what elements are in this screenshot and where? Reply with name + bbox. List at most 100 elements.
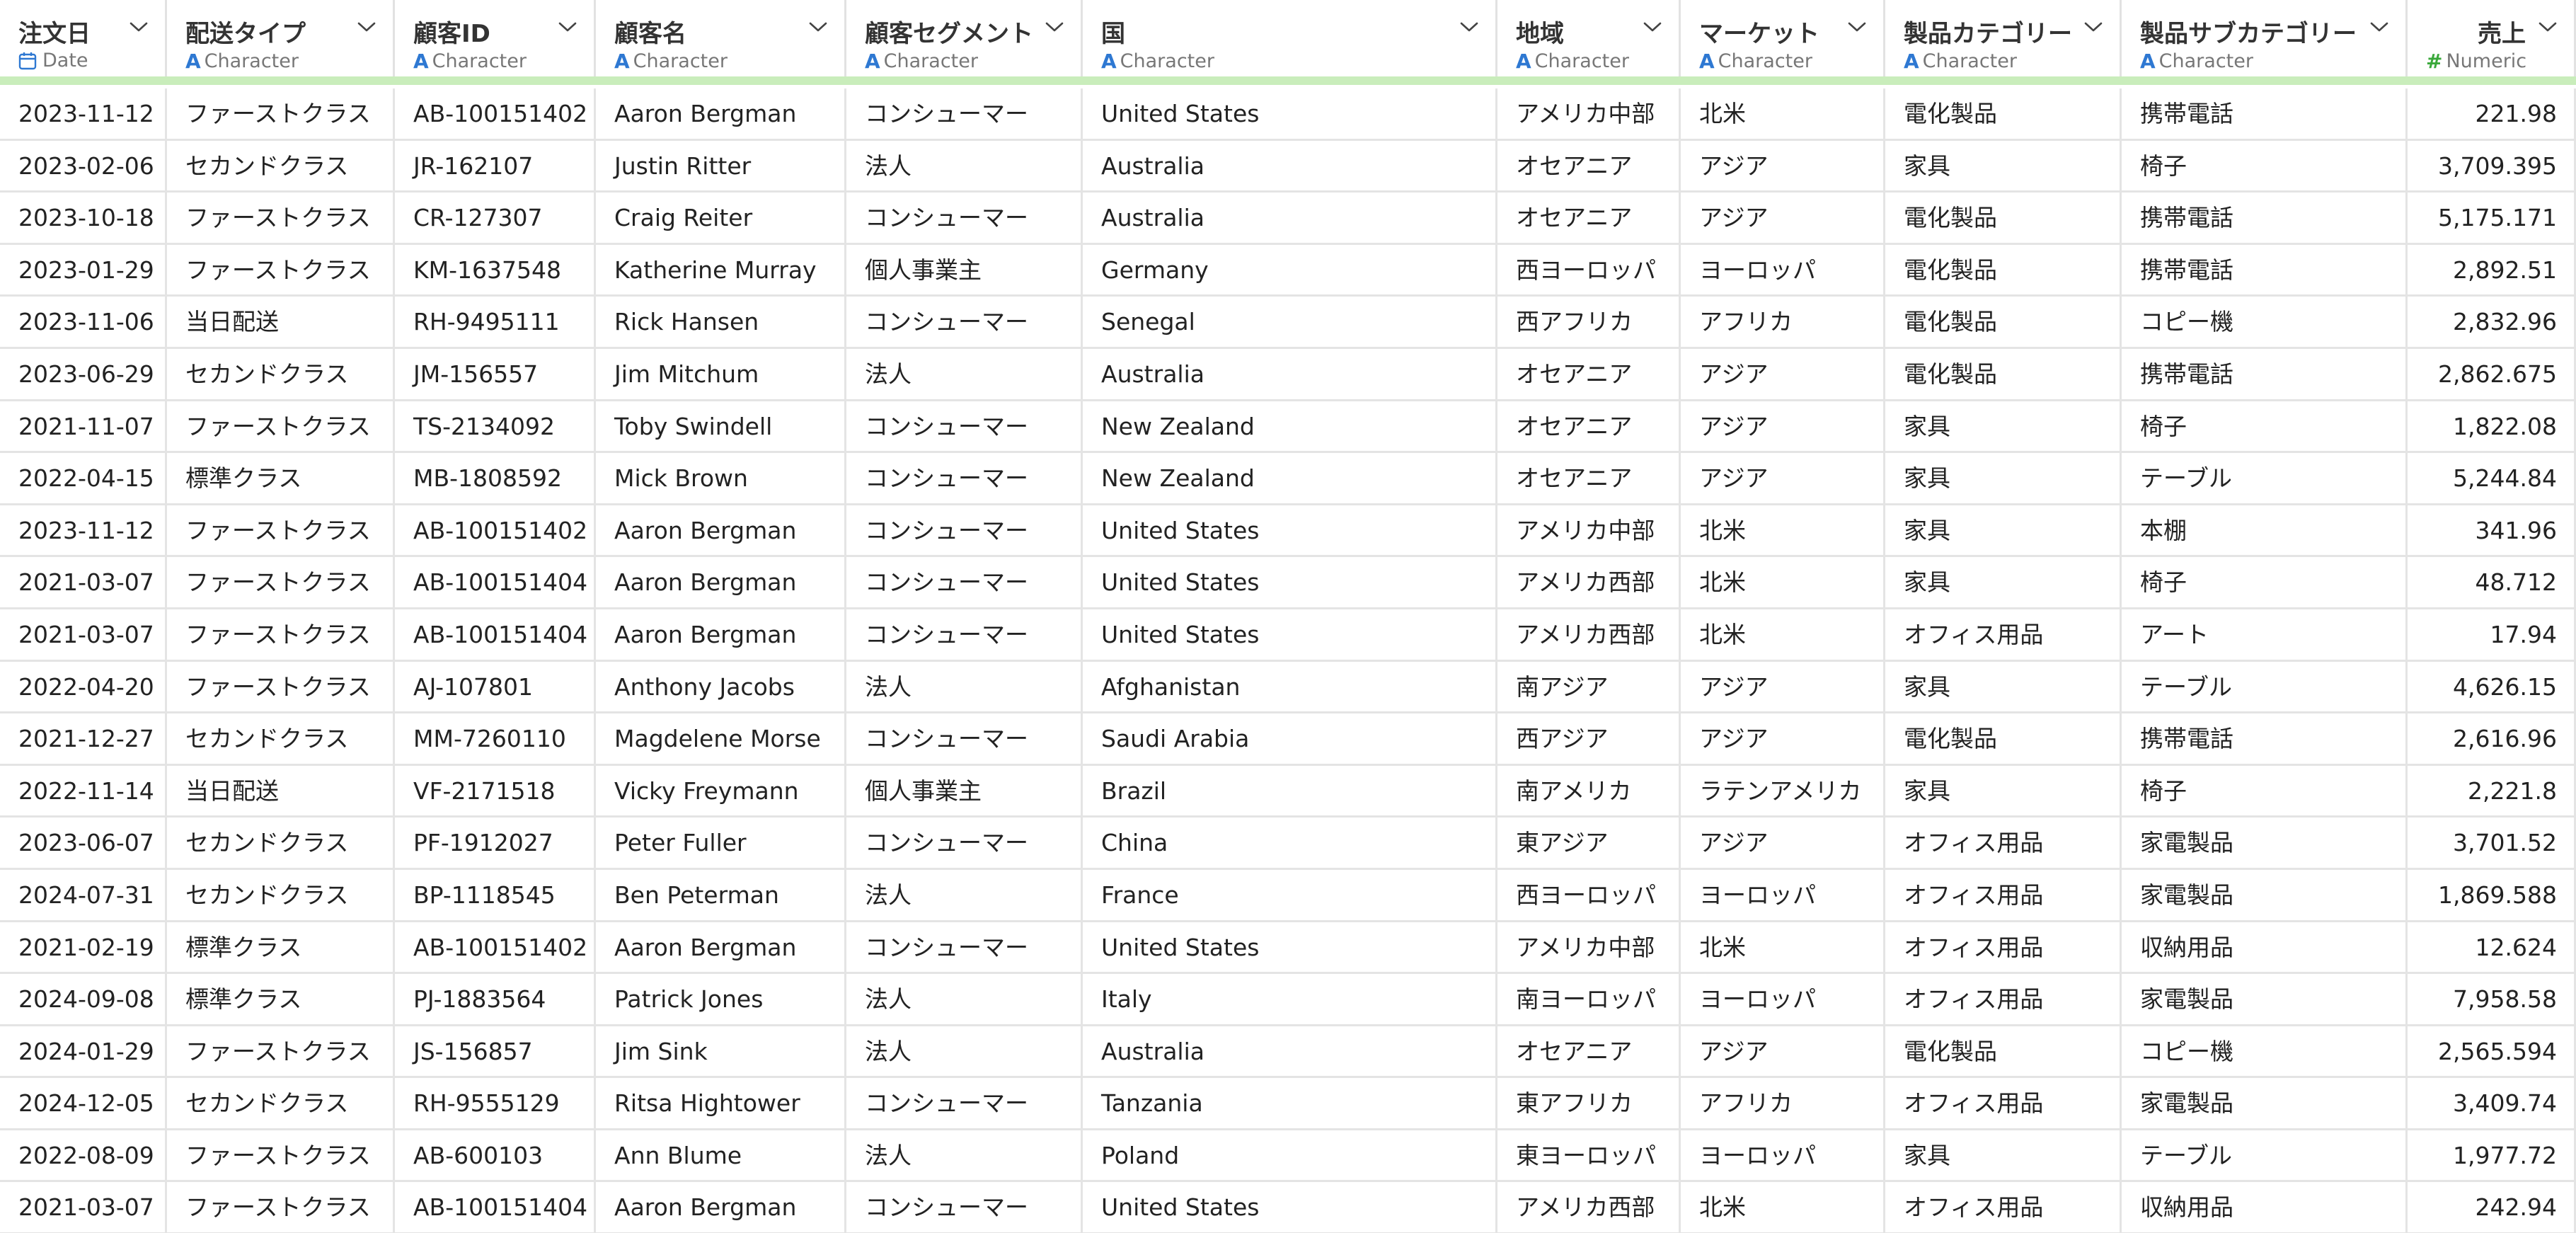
cell-sales[interactable]: 1,822.08 <box>2408 401 2576 452</box>
cell-country[interactable]: Australia <box>1083 193 1497 243</box>
table-row[interactable]: 2021-12-27 セカンドクラス MM-7260110 Magdelene Mor… <box>0 713 2576 766</box>
cell-product-subcategory[interactable]: テーブル <box>2122 661 2408 712</box>
cell-market[interactable]: アフリカ <box>1681 1078 1885 1128</box>
cell-ship-type[interactable]: ファーストクラス <box>167 88 395 139</box>
cell-order-date[interactable]: 2022-11-14 <box>0 765 167 816</box>
column-header-ship-type[interactable]: 配送タイプ A Character <box>167 0 395 76</box>
cell-customer-name[interactable]: Aaron Bergman <box>596 609 846 660</box>
cell-sales[interactable]: 7,958.58 <box>2408 974 2576 1024</box>
cell-product-category[interactable]: 電化製品 <box>1885 297 2122 347</box>
cell-customer-id[interactable]: AB-100151404 <box>395 1182 596 1233</box>
table-row[interactable]: 2022-08-09 ファーストクラス AB-600103 Ann Blume 法人 Po… <box>0 1130 2576 1183</box>
cell-customer-segment[interactable]: 法人 <box>846 1026 1083 1077</box>
cell-customer-segment[interactable]: コンシューマー <box>846 297 1083 347</box>
cell-order-date[interactable]: 2024-07-31 <box>0 869 167 920</box>
chevron-down-icon[interactable] <box>356 20 377 34</box>
cell-region[interactable]: 東アフリカ <box>1497 1078 1681 1128</box>
cell-product-category[interactable]: 家具 <box>1885 505 2122 556</box>
cell-market[interactable]: ヨーロッパ <box>1681 244 1885 295</box>
cell-order-date[interactable]: 2023-06-07 <box>0 818 167 868</box>
cell-ship-type[interactable]: 標準クラス <box>167 922 395 973</box>
column-header-sales[interactable]: 売上 # Numeric <box>2408 0 2576 76</box>
cell-ship-type[interactable]: 標準クラス <box>167 453 395 503</box>
cell-country[interactable]: Australia <box>1083 348 1497 399</box>
cell-country[interactable]: United States <box>1083 922 1497 973</box>
cell-product-subcategory[interactable]: 携帯電話 <box>2122 88 2408 139</box>
cell-order-date[interactable]: 2023-06-29 <box>0 348 167 399</box>
column-header-market[interactable]: マーケット A Character <box>1681 0 1885 76</box>
cell-market[interactable]: アフリカ <box>1681 297 1885 347</box>
cell-market[interactable]: ラテンアメリカ <box>1681 765 1885 816</box>
cell-country[interactable]: Italy <box>1083 974 1497 1024</box>
cell-sales[interactable]: 5,175.171 <box>2408 193 2576 243</box>
cell-sales[interactable]: 2,221.8 <box>2408 765 2576 816</box>
cell-region[interactable]: アメリカ中部 <box>1497 505 1681 556</box>
cell-region[interactable]: 南アメリカ <box>1497 765 1681 816</box>
cell-ship-type[interactable]: セカンドクラス <box>167 818 395 868</box>
cell-customer-id[interactable]: MM-7260110 <box>395 713 596 764</box>
cell-order-date[interactable]: 2021-11-07 <box>0 401 167 452</box>
chevron-down-icon[interactable] <box>2537 20 2558 34</box>
cell-product-subcategory[interactable]: テーブル <box>2122 453 2408 503</box>
cell-market[interactable]: 北米 <box>1681 922 1885 973</box>
cell-country[interactable]: United States <box>1083 88 1497 139</box>
cell-order-date[interactable]: 2021-12-27 <box>0 713 167 764</box>
table-row[interactable]: 2024-07-31 セカンドクラス BP-1118545 Ben Peterman 法… <box>0 869 2576 922</box>
cell-customer-id[interactable]: JM-156557 <box>395 348 596 399</box>
cell-customer-id[interactable]: RH-9495111 <box>395 297 596 347</box>
cell-customer-segment[interactable]: 法人 <box>846 348 1083 399</box>
cell-customer-id[interactable]: PJ-1883564 <box>395 974 596 1024</box>
cell-customer-name[interactable]: Aaron Bergman <box>596 557 846 607</box>
cell-sales[interactable]: 2,862.675 <box>2408 348 2576 399</box>
chevron-down-icon[interactable] <box>2083 20 2104 34</box>
cell-region[interactable]: オセアニア <box>1497 193 1681 243</box>
cell-market[interactable]: アジア <box>1681 348 1885 399</box>
table-row[interactable]: 2021-11-07 ファーストクラス TS-2134092 Toby Swindel… <box>0 401 2576 454</box>
cell-order-date[interactable]: 2021-03-07 <box>0 1182 167 1233</box>
cell-market[interactable]: 北米 <box>1681 88 1885 139</box>
cell-market[interactable]: アジア <box>1681 453 1885 503</box>
cell-market[interactable]: アジア <box>1681 818 1885 868</box>
cell-customer-id[interactable]: AB-100151402 <box>395 88 596 139</box>
cell-product-subcategory[interactable]: 椅子 <box>2122 140 2408 191</box>
cell-customer-name[interactable]: Aaron Bergman <box>596 505 846 556</box>
cell-customer-name[interactable]: Peter Fuller <box>596 818 846 868</box>
cell-ship-type[interactable]: ファーストクラス <box>167 1182 395 1233</box>
cell-product-category[interactable]: 家具 <box>1885 401 2122 452</box>
cell-order-date[interactable]: 2022-08-09 <box>0 1130 167 1181</box>
cell-customer-segment[interactable]: コンシューマー <box>846 713 1083 764</box>
cell-market[interactable]: 北米 <box>1681 557 1885 607</box>
cell-country[interactable]: Australia <box>1083 1026 1497 1077</box>
cell-customer-id[interactable]: AB-100151404 <box>395 609 596 660</box>
cell-customer-name[interactable]: Vicky Freymann <box>596 765 846 816</box>
cell-customer-name[interactable]: Ben Peterman <box>596 869 846 920</box>
table-row[interactable]: 2021-03-07 ファーストクラス AB-100151404 Aaron Berg… <box>0 1182 2576 1233</box>
cell-ship-type[interactable]: ファーストクラス <box>167 609 395 660</box>
cell-country[interactable]: Germany <box>1083 244 1497 295</box>
cell-order-date[interactable]: 2021-02-19 <box>0 922 167 973</box>
cell-product-subcategory[interactable]: 収納用品 <box>2122 1182 2408 1233</box>
chevron-down-icon[interactable] <box>1642 20 1663 34</box>
column-header-customer-name[interactable]: 顧客名 A Character <box>596 0 846 76</box>
cell-order-date[interactable]: 2023-11-12 <box>0 88 167 139</box>
cell-customer-name[interactable]: Aaron Bergman <box>596 922 846 973</box>
cell-customer-id[interactable]: VF-2171518 <box>395 765 596 816</box>
cell-product-subcategory[interactable]: 椅子 <box>2122 557 2408 607</box>
cell-product-subcategory[interactable]: 携帯電話 <box>2122 713 2408 764</box>
cell-product-category[interactable]: 電化製品 <box>1885 193 2122 243</box>
cell-order-date[interactable]: 2024-09-08 <box>0 974 167 1024</box>
cell-product-category[interactable]: 家具 <box>1885 140 2122 191</box>
cell-country[interactable]: Poland <box>1083 1130 1497 1181</box>
cell-product-subcategory[interactable]: 携帯電話 <box>2122 244 2408 295</box>
cell-customer-segment[interactable]: 法人 <box>846 974 1083 1024</box>
cell-market[interactable]: アジア <box>1681 140 1885 191</box>
cell-product-category[interactable]: 電化製品 <box>1885 348 2122 399</box>
cell-region[interactable]: アメリカ西部 <box>1497 557 1681 607</box>
cell-customer-name[interactable]: Ann Blume <box>596 1130 846 1181</box>
cell-region[interactable]: アメリカ西部 <box>1497 609 1681 660</box>
cell-sales[interactable]: 1,869.588 <box>2408 869 2576 920</box>
cell-product-subcategory[interactable]: コピー機 <box>2122 1026 2408 1077</box>
cell-country[interactable]: Brazil <box>1083 765 1497 816</box>
cell-customer-id[interactable]: MB-1808592 <box>395 453 596 503</box>
cell-market[interactable]: 北米 <box>1681 505 1885 556</box>
